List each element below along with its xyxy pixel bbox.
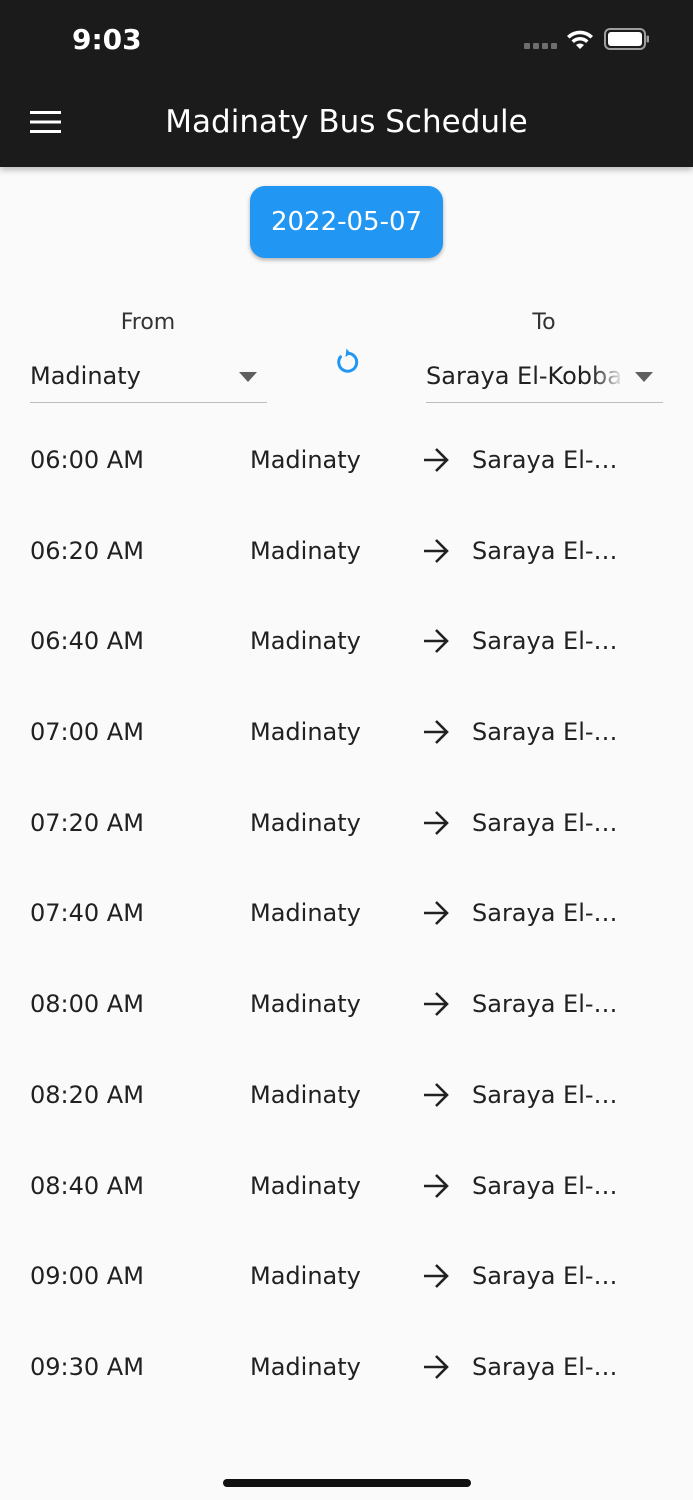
trip-row[interactable]: 09:30 AM Madinaty Saraya El-…: [0, 1322, 693, 1413]
trip-origin: Madinaty: [250, 1352, 361, 1381]
arrow-right-icon: [424, 992, 449, 1017]
dropdown-arrow-icon: [239, 372, 257, 382]
trip-row[interactable]: 08:00 AM Madinaty Saraya El-…: [0, 959, 693, 1050]
swap-refresh-icon[interactable]: [330, 346, 362, 378]
trip-row[interactable]: 06:40 AM Madinaty Saraya El-…: [0, 596, 693, 687]
to-label: To: [532, 310, 556, 335]
home-indicator: [223, 1479, 471, 1487]
arrow-right-icon: [424, 1082, 449, 1107]
status-time: 9:03: [72, 23, 142, 56]
trip-row[interactable]: 09:00 AM Madinaty Saraya El-…: [0, 1231, 693, 1322]
app-bar: 9:03 Madinaty Bus Schedule: [0, 0, 693, 167]
from-label: From: [120, 310, 176, 335]
trip-time: 06:40 AM: [30, 627, 144, 656]
arrow-right-icon: [424, 1264, 449, 1289]
trip-destination: Saraya El-…: [472, 627, 618, 656]
arrow-right-icon: [424, 1354, 449, 1379]
trip-origin: Madinaty: [250, 1080, 361, 1109]
from-dropdown-value: Madinaty: [30, 362, 141, 390]
trip-origin: Madinaty: [250, 536, 361, 565]
trip-time: 06:20 AM: [30, 536, 144, 565]
trip-origin: Madinaty: [250, 718, 361, 747]
trip-destination: Saraya El-…: [472, 1080, 618, 1109]
arrow-right-icon: [424, 629, 449, 654]
trip-destination: Saraya El-…: [472, 1262, 618, 1291]
trip-time: 06:00 AM: [30, 446, 144, 474]
trip-origin: Madinaty: [250, 899, 361, 928]
trip-origin: Madinaty: [250, 627, 361, 656]
trip-row[interactable]: 08:40 AM Madinaty Saraya El-…: [0, 1141, 693, 1232]
trip-destination: Saraya El-…: [472, 1352, 618, 1381]
trip-time: 09:30 AM: [30, 1352, 144, 1381]
trip-row[interactable]: 06:00 AM Madinaty Saraya El-…: [0, 415, 693, 506]
trip-time: 07:40 AM: [30, 899, 144, 928]
trip-time: 08:40 AM: [30, 1171, 144, 1200]
trip-time: 07:20 AM: [30, 808, 144, 837]
trip-origin: Madinaty: [250, 990, 361, 1019]
trip-origin: Madinaty: [250, 446, 361, 474]
trip-time: 08:20 AM: [30, 1080, 144, 1109]
to-dropdown[interactable]: Saraya El-Kobba: [426, 355, 663, 403]
trip-destination: Saraya El-…: [472, 446, 618, 474]
trip-destination: Saraya El-…: [472, 718, 618, 747]
arrow-right-icon: [424, 448, 449, 472]
from-dropdown[interactable]: Madinaty: [30, 355, 267, 403]
trip-origin: Madinaty: [250, 1262, 361, 1291]
trip-row[interactable]: 07:00 AM Madinaty Saraya El-…: [0, 687, 693, 778]
trip-destination: Saraya El-…: [472, 990, 618, 1019]
arrow-right-icon: [424, 538, 449, 563]
trip-destination: Saraya El-…: [472, 808, 618, 837]
arrow-right-icon: [424, 720, 449, 744]
trip-destination: Saraya El-…: [472, 899, 618, 928]
battery-icon: [604, 28, 649, 50]
dropdown-arrow-icon: [635, 372, 653, 382]
page-title: Madinaty Bus Schedule: [165, 104, 528, 140]
trip-time: 08:00 AM: [30, 990, 144, 1019]
trip-row[interactable]: 07:20 AM Madinaty Saraya El-…: [0, 778, 693, 869]
wifi-icon: [567, 30, 593, 49]
trip-row[interactable]: 08:20 AM Madinaty Saraya El-…: [0, 1050, 693, 1141]
trip-origin: Madinaty: [250, 808, 361, 837]
cellular-signal-icon: [524, 43, 557, 49]
date-picker-button[interactable]: 2022-05-07: [250, 186, 443, 258]
arrow-right-icon: [424, 810, 449, 835]
trip-origin: Madinaty: [250, 1171, 361, 1200]
arrow-right-icon: [424, 1173, 449, 1198]
trip-time: 09:00 AM: [30, 1262, 144, 1291]
trip-row[interactable]: 07:40 AM Madinaty Saraya El-…: [0, 868, 693, 959]
trip-time: 07:00 AM: [30, 718, 144, 747]
schedule-list: 06:00 AM Madinaty Saraya El-… 06:20 AM M…: [0, 415, 693, 1413]
trip-destination: Saraya El-…: [472, 1171, 618, 1200]
trip-row[interactable]: 06:20 AM Madinaty Saraya El-…: [0, 506, 693, 597]
arrow-right-icon: [424, 901, 449, 926]
to-dropdown-value: Saraya El-Kobba: [426, 362, 622, 390]
trip-destination: Saraya El-…: [472, 536, 618, 565]
